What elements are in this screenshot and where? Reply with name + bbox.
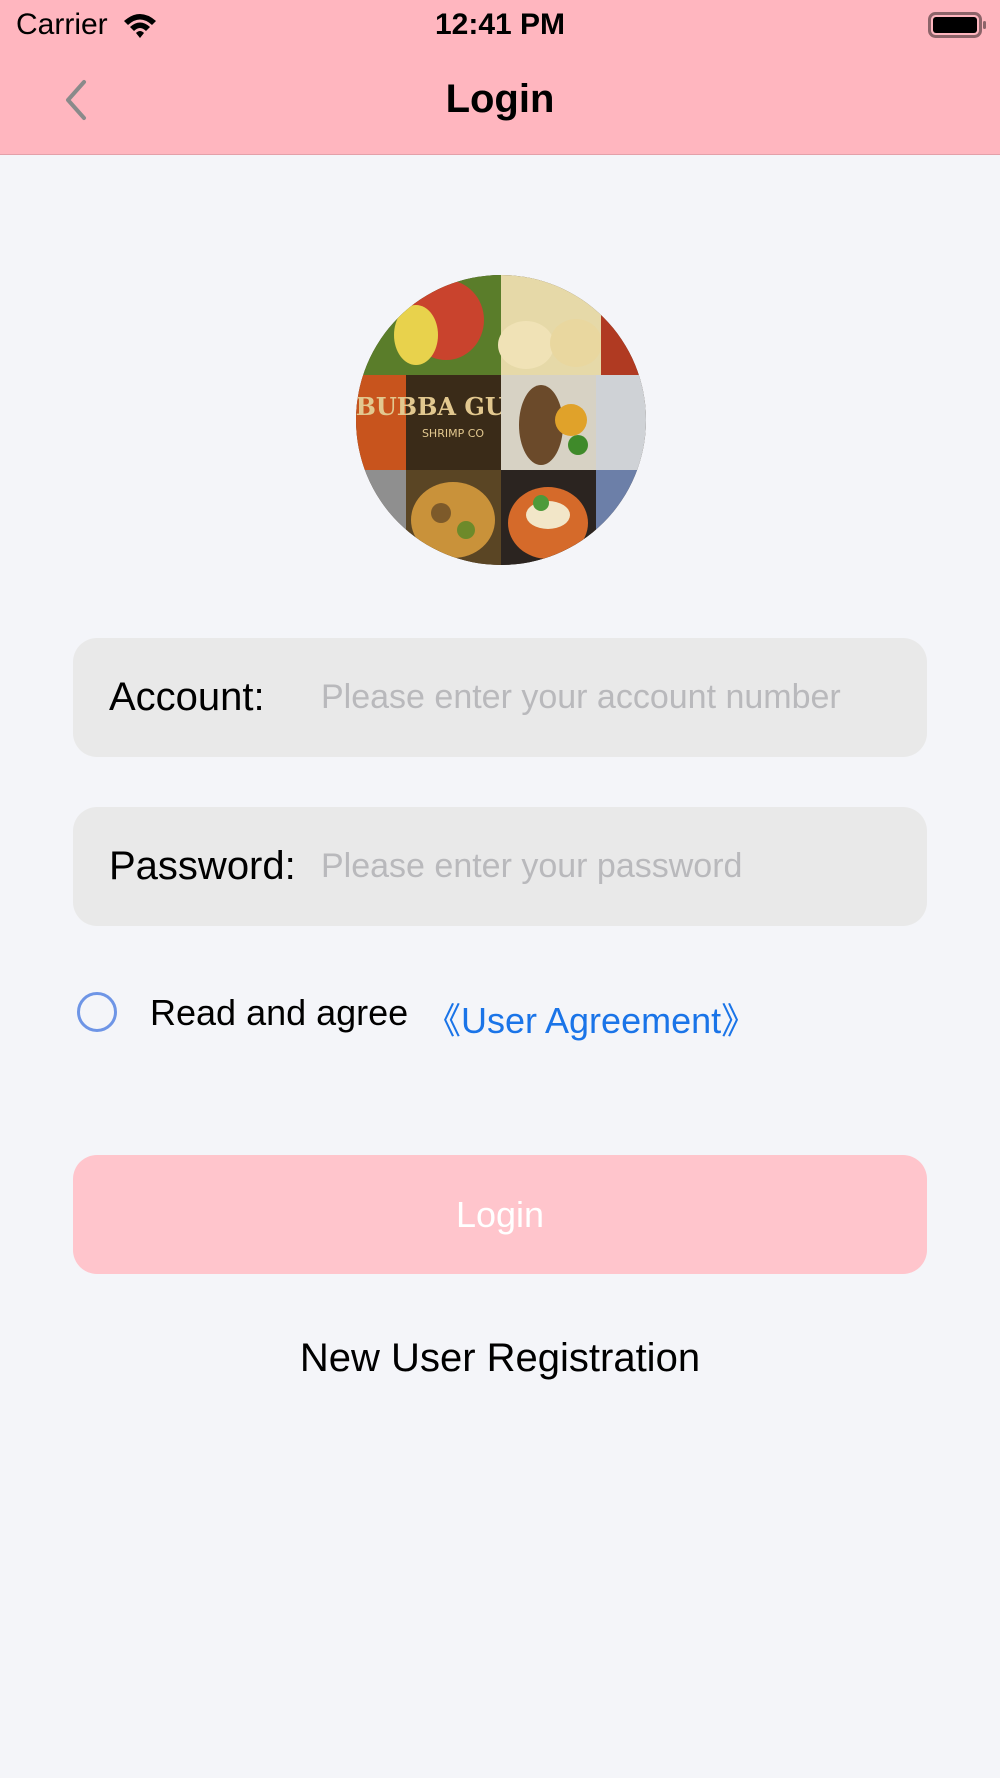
- new-user-registration-link[interactable]: New User Registration: [0, 1336, 1000, 1381]
- battery-icon: [928, 12, 986, 38]
- svg-text:SHRIMP CO: SHRIMP CO: [422, 427, 484, 440]
- agreement-text: Read and agree: [150, 992, 409, 1033]
- password-label: Password:: [109, 844, 296, 888]
- user-agreement-link[interactable]: 《User Agreement》: [425, 992, 757, 1044]
- password-input[interactable]: [321, 807, 911, 926]
- page-title: Login: [445, 77, 555, 121]
- agreement-radio[interactable]: [77, 992, 117, 1032]
- account-input[interactable]: [321, 638, 911, 757]
- avatar-collage: BUBBA GUMP SHRIMP CO: [356, 275, 646, 565]
- nav-header: Carrier 12:41 PM Login: [0, 0, 1000, 155]
- status-bar: Carrier 12:41 PM: [0, 0, 1000, 50]
- login-button[interactable]: Login: [73, 1155, 927, 1274]
- food-collage-avatar: BUBBA GUMP SHRIMP CO: [356, 275, 646, 565]
- password-field: Password:: [73, 807, 927, 926]
- account-field: Account:: [73, 638, 927, 757]
- status-time: 12:41 PM: [434, 8, 566, 41]
- account-label: Account:: [109, 675, 265, 719]
- agreement-row: Read and agree 《User Agreement》: [73, 986, 927, 1044]
